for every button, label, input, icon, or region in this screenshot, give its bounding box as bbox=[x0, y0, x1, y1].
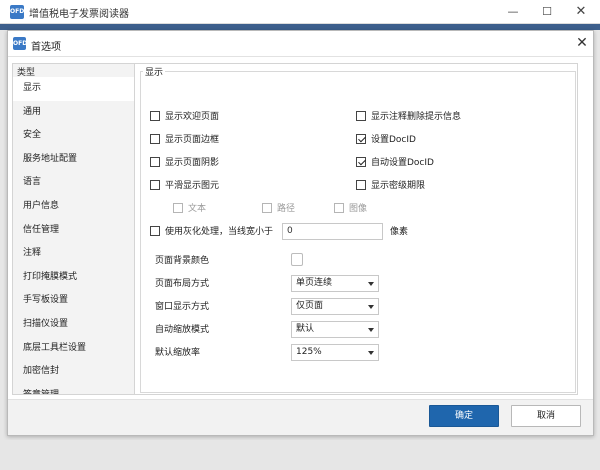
app-close-button[interactable]: ✕ bbox=[564, 0, 598, 24]
checkbox[interactable] bbox=[150, 225, 160, 236]
checkbox[interactable] bbox=[262, 202, 272, 213]
window-select[interactable]: 仅页面 bbox=[291, 298, 379, 315]
checkbox[interactable] bbox=[356, 179, 366, 190]
sidebar-item[interactable]: 签章管理 bbox=[13, 384, 134, 394]
checkbox[interactable] bbox=[356, 110, 366, 121]
sidebar-item[interactable]: 语言 bbox=[13, 171, 134, 195]
option-show-secret-period[interactable]: 显示密级期限 bbox=[356, 179, 425, 192]
checkbox[interactable] bbox=[150, 133, 160, 144]
default-zoom-select[interactable]: 125% bbox=[291, 344, 379, 361]
sidebar-item[interactable]: 安全 bbox=[13, 124, 134, 148]
layout-label: 页面布局方式 bbox=[155, 279, 210, 289]
option-auto-set-docid[interactable]: 自动设置DocID bbox=[356, 156, 434, 169]
option-smooth-display[interactable]: 平滑显示图元 bbox=[150, 179, 219, 192]
sidebar-item[interactable]: 底层工具栏设置 bbox=[13, 337, 134, 361]
chevron-down-icon bbox=[368, 305, 374, 309]
category-sidebar: 类型 显示 通用 安全 服务地址配置 语言 用户信息 信任管理 注释 打印掩膜模式 手写板设置 扫描… bbox=[12, 63, 135, 395]
checkbox[interactable] bbox=[150, 179, 160, 190]
sidebar-item[interactable]: 服务地址配置 bbox=[13, 148, 134, 172]
autozoom-select[interactable]: 默认 bbox=[291, 321, 379, 338]
app-window: OFD 增值税电子发票阅读器 — ☐ ✕ OFD 首选项 ✕ 类型 显示 通用 安全… bbox=[0, 0, 600, 470]
cancel-button[interactable]: 取消 bbox=[511, 405, 581, 427]
option-smooth-path[interactable]: 路径 bbox=[262, 202, 295, 215]
checkbox[interactable] bbox=[356, 156, 366, 167]
pixel-unit-label: 像素 bbox=[390, 227, 409, 237]
layout-select[interactable]: 单页连续 bbox=[291, 275, 379, 292]
option-show-annotation-delete-tip[interactable]: 显示注释删除提示信息 bbox=[356, 110, 461, 123]
dialog-footer: 确定 取消 bbox=[8, 399, 593, 435]
option-gray-processing[interactable]: 使用灰化处理，当线宽小于 bbox=[150, 225, 273, 238]
dialog-close-button[interactable]: ✕ bbox=[574, 35, 590, 51]
sidebar-item[interactable]: 手写板设置 bbox=[13, 289, 134, 313]
sidebar-item[interactable]: 加密信封 bbox=[13, 360, 134, 384]
app-status-area bbox=[0, 440, 600, 470]
dialog-titlebar: OFD 首选项 ✕ bbox=[8, 31, 593, 57]
autozoom-label: 自动缩放模式 bbox=[155, 325, 210, 335]
checkbox[interactable] bbox=[173, 202, 183, 213]
preferences-dialog: OFD 首选项 ✕ 类型 显示 通用 安全 服务地址配置 语言 用户信息 信任管理 注释 打印掩… bbox=[7, 30, 594, 436]
checkbox[interactable] bbox=[150, 156, 160, 167]
ok-button[interactable]: 确定 bbox=[429, 405, 499, 427]
default-zoom-label: 默认缩放率 bbox=[155, 348, 201, 358]
chevron-down-icon bbox=[368, 351, 374, 355]
option-show-border[interactable]: 显示页面边框 bbox=[150, 133, 219, 146]
minimize-button[interactable]: — bbox=[496, 0, 530, 24]
line-width-input[interactable]: 0 bbox=[282, 223, 383, 240]
sidebar-item[interactable]: 扫描仪设置 bbox=[13, 313, 134, 337]
checkbox[interactable] bbox=[356, 133, 366, 144]
app-logo-icon: OFD bbox=[10, 5, 24, 19]
sidebar-item[interactable]: 打印掩膜模式 bbox=[13, 266, 134, 290]
window-label: 窗口显示方式 bbox=[155, 302, 210, 312]
sidebar-item[interactable]: 通用 bbox=[13, 101, 134, 125]
app-titlebar: OFD 增值税电子发票阅读器 — ☐ ✕ bbox=[0, 0, 600, 24]
app-title: 增值税电子发票阅读器 bbox=[29, 9, 129, 20]
option-set-docid[interactable]: 设置DocID bbox=[356, 133, 416, 146]
display-panel: 显示 显示欢迎页面 显示页面边框 显示页面阴影 平滑显示图元 显示注释删除提示信… bbox=[134, 63, 578, 395]
option-smooth-text[interactable]: 文本 bbox=[173, 202, 206, 215]
sidebar-item[interactable]: 显示 bbox=[13, 77, 134, 101]
category-list: 显示 通用 安全 服务地址配置 语言 用户信息 信任管理 注释 打印掩膜模式 手写板设置 扫描仪设置… bbox=[13, 77, 134, 394]
dialog-title: 首选项 bbox=[31, 42, 61, 53]
chevron-down-icon bbox=[368, 328, 374, 332]
maximize-button[interactable]: ☐ bbox=[530, 0, 564, 24]
checkbox[interactable] bbox=[150, 110, 160, 121]
sidebar-item[interactable]: 注释 bbox=[13, 242, 134, 266]
checkbox[interactable] bbox=[334, 202, 344, 213]
option-show-welcome[interactable]: 显示欢迎页面 bbox=[150, 110, 219, 123]
sidebar-item[interactable]: 用户信息 bbox=[13, 195, 134, 219]
bg-color-swatch[interactable] bbox=[291, 253, 303, 266]
chevron-down-icon bbox=[368, 282, 374, 286]
option-smooth-image[interactable]: 图像 bbox=[334, 202, 367, 215]
group-title: 显示 bbox=[143, 65, 166, 78]
bg-color-label: 页面背景颜色 bbox=[155, 256, 210, 266]
dialog-logo-icon: OFD bbox=[13, 37, 27, 50]
option-show-shadow[interactable]: 显示页面阴影 bbox=[150, 156, 219, 169]
sidebar-item[interactable]: 信任管理 bbox=[13, 219, 134, 243]
